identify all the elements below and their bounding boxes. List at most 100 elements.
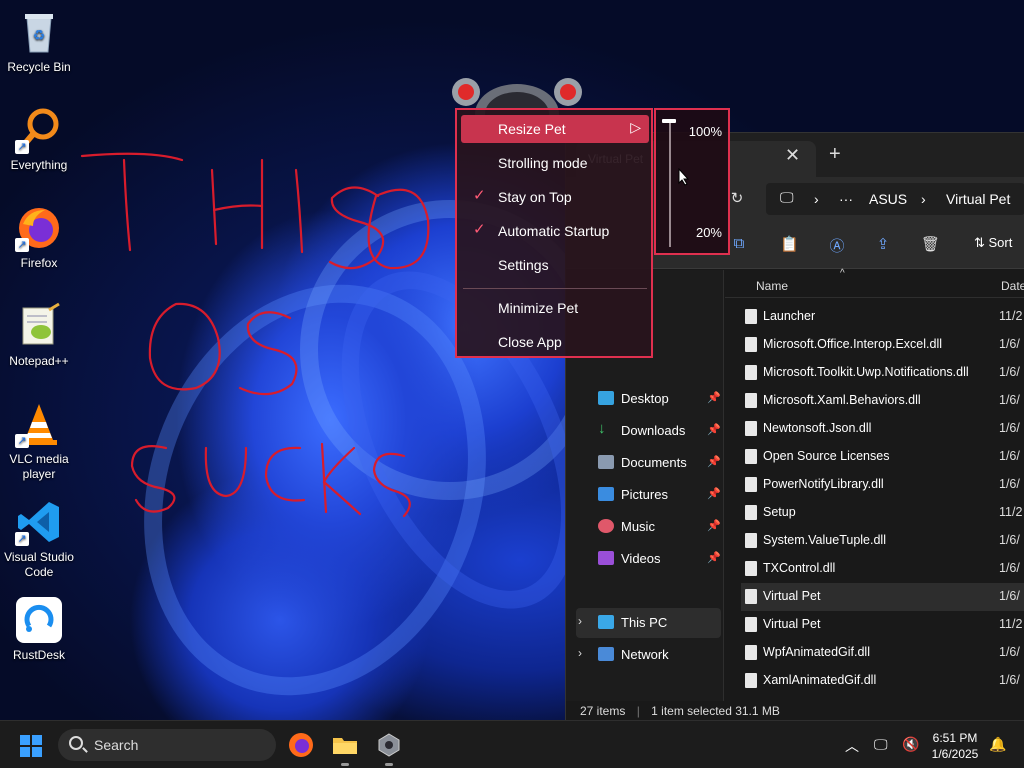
volume-muted-icon[interactable]: 🔇 — [902, 736, 919, 753]
menu-item-label: Settings — [498, 257, 549, 273]
overflow-ellipsis[interactable]: ··· — [839, 191, 853, 207]
shortcut-arrow-icon: ↗ — [15, 434, 29, 448]
menu-item-automatic-startup[interactable]: ✓ Automatic Startup — [461, 217, 649, 245]
file-row[interactable]: Microsoft.Xaml.Behaviors.dll 1/6/ — [741, 387, 1024, 415]
file-row[interactable]: PowerNotifyLibrary.dll 1/6/ — [741, 471, 1024, 499]
nav-item-music[interactable]: Music 📌 — [576, 512, 721, 542]
desktop-icon-vlc[interactable]: ↗ VLC media player — [2, 400, 76, 482]
running-indicator — [341, 763, 349, 766]
desktop-icon-rustdesk[interactable]: RustDesk — [2, 596, 76, 663]
clock-time: 6:51 PM — [932, 731, 978, 745]
delete-icon[interactable]: 🗑 — [921, 235, 940, 253]
desktop-icon-recycle-bin[interactable]: ♻ Recycle Bin — [2, 8, 76, 75]
nav-item-videos[interactable]: Videos 📌 — [576, 544, 721, 574]
breadcrumb-virtual-pet[interactable]: Virtual Pet — [946, 191, 1010, 207]
file-row[interactable]: WpfAnimatedGif.dll 1/6/ — [741, 639, 1024, 667]
column-header-name[interactable]: Name — [756, 279, 788, 293]
file-date: 1/6/ — [999, 337, 1020, 351]
desktop-icon-label: Recycle Bin — [7, 60, 71, 74]
file-row[interactable]: Virtual Pet 1/6/ — [741, 583, 1024, 611]
menu-item-strolling-mode[interactable]: Strolling mode — [461, 149, 649, 177]
file-icon — [745, 505, 757, 520]
file-icon — [745, 533, 757, 548]
new-tab-icon[interactable]: + — [829, 143, 841, 166]
paste-icon[interactable]: 📋 — [780, 235, 799, 253]
menu-item-resize-pet[interactable]: Resize Pet ▷ — [461, 115, 649, 143]
shortcut-arrow-icon: ↗ — [15, 238, 29, 252]
file-date: 11/2 — [999, 617, 1023, 631]
share-icon[interactable]: ⇪ — [874, 235, 892, 253]
taskbar-search-box[interactable]: Search — [58, 729, 276, 761]
file-row[interactable]: Virtual Pet 11/2 — [741, 611, 1024, 639]
file-icon — [745, 309, 757, 324]
close-tab-icon[interactable]: ✕ — [785, 145, 800, 166]
rename-icon[interactable]: Ⓐ — [828, 235, 846, 255]
sort-button[interactable]: ⇅ Sort — [974, 235, 1012, 251]
network-tray-icon[interactable]: 🖵 — [874, 736, 888, 753]
desktop-icon-label: VLC media player — [9, 452, 69, 481]
recycle-bin-icon: ♻ — [15, 8, 63, 56]
menu-item-stay-on-top[interactable]: ✓ Stay on Top — [461, 183, 649, 211]
menu-item-label: Strolling mode — [498, 155, 588, 171]
file-list: Name ^ Date Launcher 11/2 Microsoft.Office… — [725, 268, 1024, 710]
nav-item-downloads[interactable]: ↓ Downloads 📌 — [576, 416, 721, 446]
pet-context-menu: Resize Pet ▷ Strolling mode ✓ Stay on To… — [455, 108, 653, 358]
vscode-icon: ↗ — [15, 498, 63, 546]
chevron-right-icon[interactable]: › — [578, 614, 582, 628]
taskbar-file-explorer[interactable] — [331, 731, 359, 766]
file-row[interactable]: Launcher 11/2 — [741, 303, 1024, 331]
nav-item-pictures[interactable]: Pictures 📌 — [576, 480, 721, 510]
taskbar-firefox[interactable] — [287, 731, 315, 759]
file-row[interactable]: Microsoft.Office.Interop.Excel.dll 1/6/ — [741, 331, 1024, 359]
file-row[interactable]: Newtonsoft.Json.dll 1/6/ — [741, 415, 1024, 443]
nav-item-network[interactable]: › Network — [576, 640, 721, 670]
menu-item-settings[interactable]: Settings — [461, 251, 649, 279]
desktop-icon-firefox[interactable]: ↗ Firefox — [2, 204, 76, 271]
breadcrumb-asus[interactable]: ASUS — [869, 191, 907, 207]
taskbar: Search ︿ 🖵 🔇 6:51 PM 1/6/2025 🔔 — [0, 720, 1024, 768]
desktop-icon-label: RustDesk — [12, 648, 65, 662]
start-button[interactable] — [20, 735, 42, 757]
nav-item-desktop[interactable]: Desktop 📌 — [576, 384, 721, 414]
desktop-icon-vscode[interactable]: ↗ Visual Studio Code — [2, 498, 76, 580]
search-icon — [69, 736, 83, 750]
running-indicator — [385, 763, 393, 766]
taskbar-virtual-pet[interactable] — [375, 731, 403, 766]
chevron-right-icon[interactable]: › — [578, 646, 582, 660]
slider-thumb[interactable] — [662, 119, 676, 123]
menu-item-minimize-pet[interactable]: Minimize Pet — [461, 294, 649, 322]
system-clock[interactable]: 6:51 PM 1/6/2025 — [925, 730, 985, 762]
nav-item-documents[interactable]: Documents 📌 — [576, 448, 721, 478]
file-row[interactable]: System.ValueTuple.dll 1/6/ — [741, 527, 1024, 555]
slider-track[interactable] — [669, 122, 671, 247]
windows-logo-icon — [32, 735, 42, 745]
file-icon — [745, 365, 757, 380]
clock-date: 1/6/2025 — [931, 747, 979, 761]
sort-icon: ⇅ — [974, 235, 989, 250]
sort-label: Sort — [988, 235, 1013, 250]
menu-item-label: Resize Pet — [498, 121, 566, 137]
menu-item-label: Close App — [498, 334, 562, 350]
show-hidden-icons-chevron[interactable]: ︿ — [845, 736, 859, 756]
refresh-icon[interactable]: ↻ — [728, 189, 746, 207]
file-name: WpfAnimatedGif.dll — [763, 645, 870, 659]
desktop-icon-notepad-plus-plus[interactable]: Notepad++ — [2, 302, 76, 369]
pin-icon: 📌 — [707, 552, 721, 564]
file-date: 11/2 — [999, 309, 1023, 323]
shortcut-arrow-icon: ↗ — [15, 532, 29, 546]
file-row[interactable]: XamlAnimatedGif.dll 1/6/ — [741, 667, 1024, 695]
file-row[interactable]: Open Source Licenses 1/6/ — [741, 443, 1024, 471]
address-bar[interactable]: 🖵 › ··· ASUS › Virtual Pet — [766, 183, 1024, 215]
file-row[interactable]: Microsoft.Toolkit.Uwp.Notifications.dll 1… — [741, 359, 1024, 387]
column-header-date[interactable]: Date — [1001, 279, 1024, 293]
desktop-icon-everything[interactable]: ↗ Everything — [2, 106, 76, 173]
file-date: 1/6/ — [999, 673, 1020, 687]
nav-item-this-pc[interactable]: › This PC — [576, 608, 721, 638]
search-placeholder: Search — [94, 737, 139, 753]
file-row[interactable]: TXControl.dll 1/6/ — [741, 555, 1024, 583]
menu-item-close-app[interactable]: Close App — [461, 328, 649, 356]
notification-bell-icon[interactable]: 🔔 — [989, 736, 1006, 753]
copy-icon[interactable]: ⧉ — [730, 235, 748, 253]
file-row[interactable]: Setup 11/2 — [741, 499, 1024, 527]
file-date: 11/2 — [999, 505, 1023, 519]
